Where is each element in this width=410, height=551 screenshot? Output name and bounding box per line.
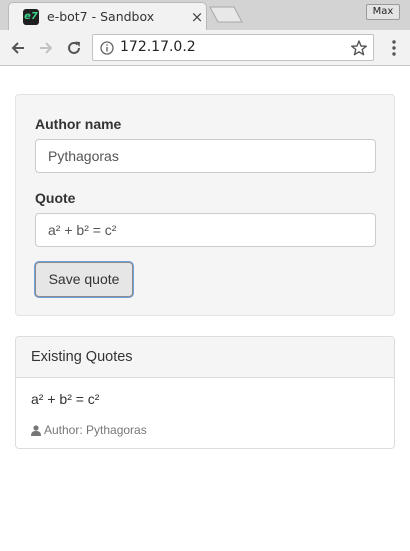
new-tab-icon[interactable] — [208, 6, 244, 23]
user-icon — [31, 424, 41, 436]
address-bar[interactable]: 172.17.0.2 — [92, 34, 374, 61]
url-text[interactable]: 172.17.0.2 — [120, 39, 196, 55]
save-quote-button[interactable]: Save quote — [35, 262, 133, 297]
quote-form: Author name Pythagoras Quote a² + b² = c… — [15, 94, 395, 316]
tab-title: e-bot7 - Sandbox — [47, 9, 155, 24]
panel-title: Existing Quotes — [31, 349, 133, 365]
back-arrow-icon[interactable] — [8, 38, 28, 58]
quote-label: Quote — [35, 190, 76, 206]
favicon-icon: e7 — [23, 9, 39, 25]
author-name-input[interactable]: Pythagoras — [35, 139, 376, 173]
info-icon[interactable] — [100, 41, 114, 55]
star-icon[interactable] — [350, 39, 368, 57]
forward-arrow-icon[interactable] — [36, 38, 56, 58]
panel-heading: Existing Quotes — [16, 337, 394, 378]
menu-dots-icon[interactable] — [386, 38, 402, 58]
quote-author-text: Author: Pythagoras — [44, 423, 147, 437]
maximize-button[interactable]: Max — [366, 4, 400, 20]
browser-tabstrip: e7 e-bot7 - Sandbox × Max — [0, 0, 410, 31]
reload-icon[interactable] — [64, 38, 84, 58]
quote-item-author: Author: Pythagoras — [31, 423, 147, 437]
browser-toolbar: 172.17.0.2 — [0, 30, 410, 66]
author-name-label: Author name — [35, 116, 122, 132]
tab-close-icon[interactable]: × — [187, 7, 207, 27]
tab-active[interactable]: e7 e-bot7 - Sandbox × — [8, 2, 207, 31]
quote-item-text: a² + b² = c² — [31, 391, 100, 407]
quote-input[interactable]: a² + b² = c² — [35, 213, 376, 247]
existing-quotes-panel: Existing Quotes a² + b² = c² Author: Pyt… — [15, 336, 395, 449]
